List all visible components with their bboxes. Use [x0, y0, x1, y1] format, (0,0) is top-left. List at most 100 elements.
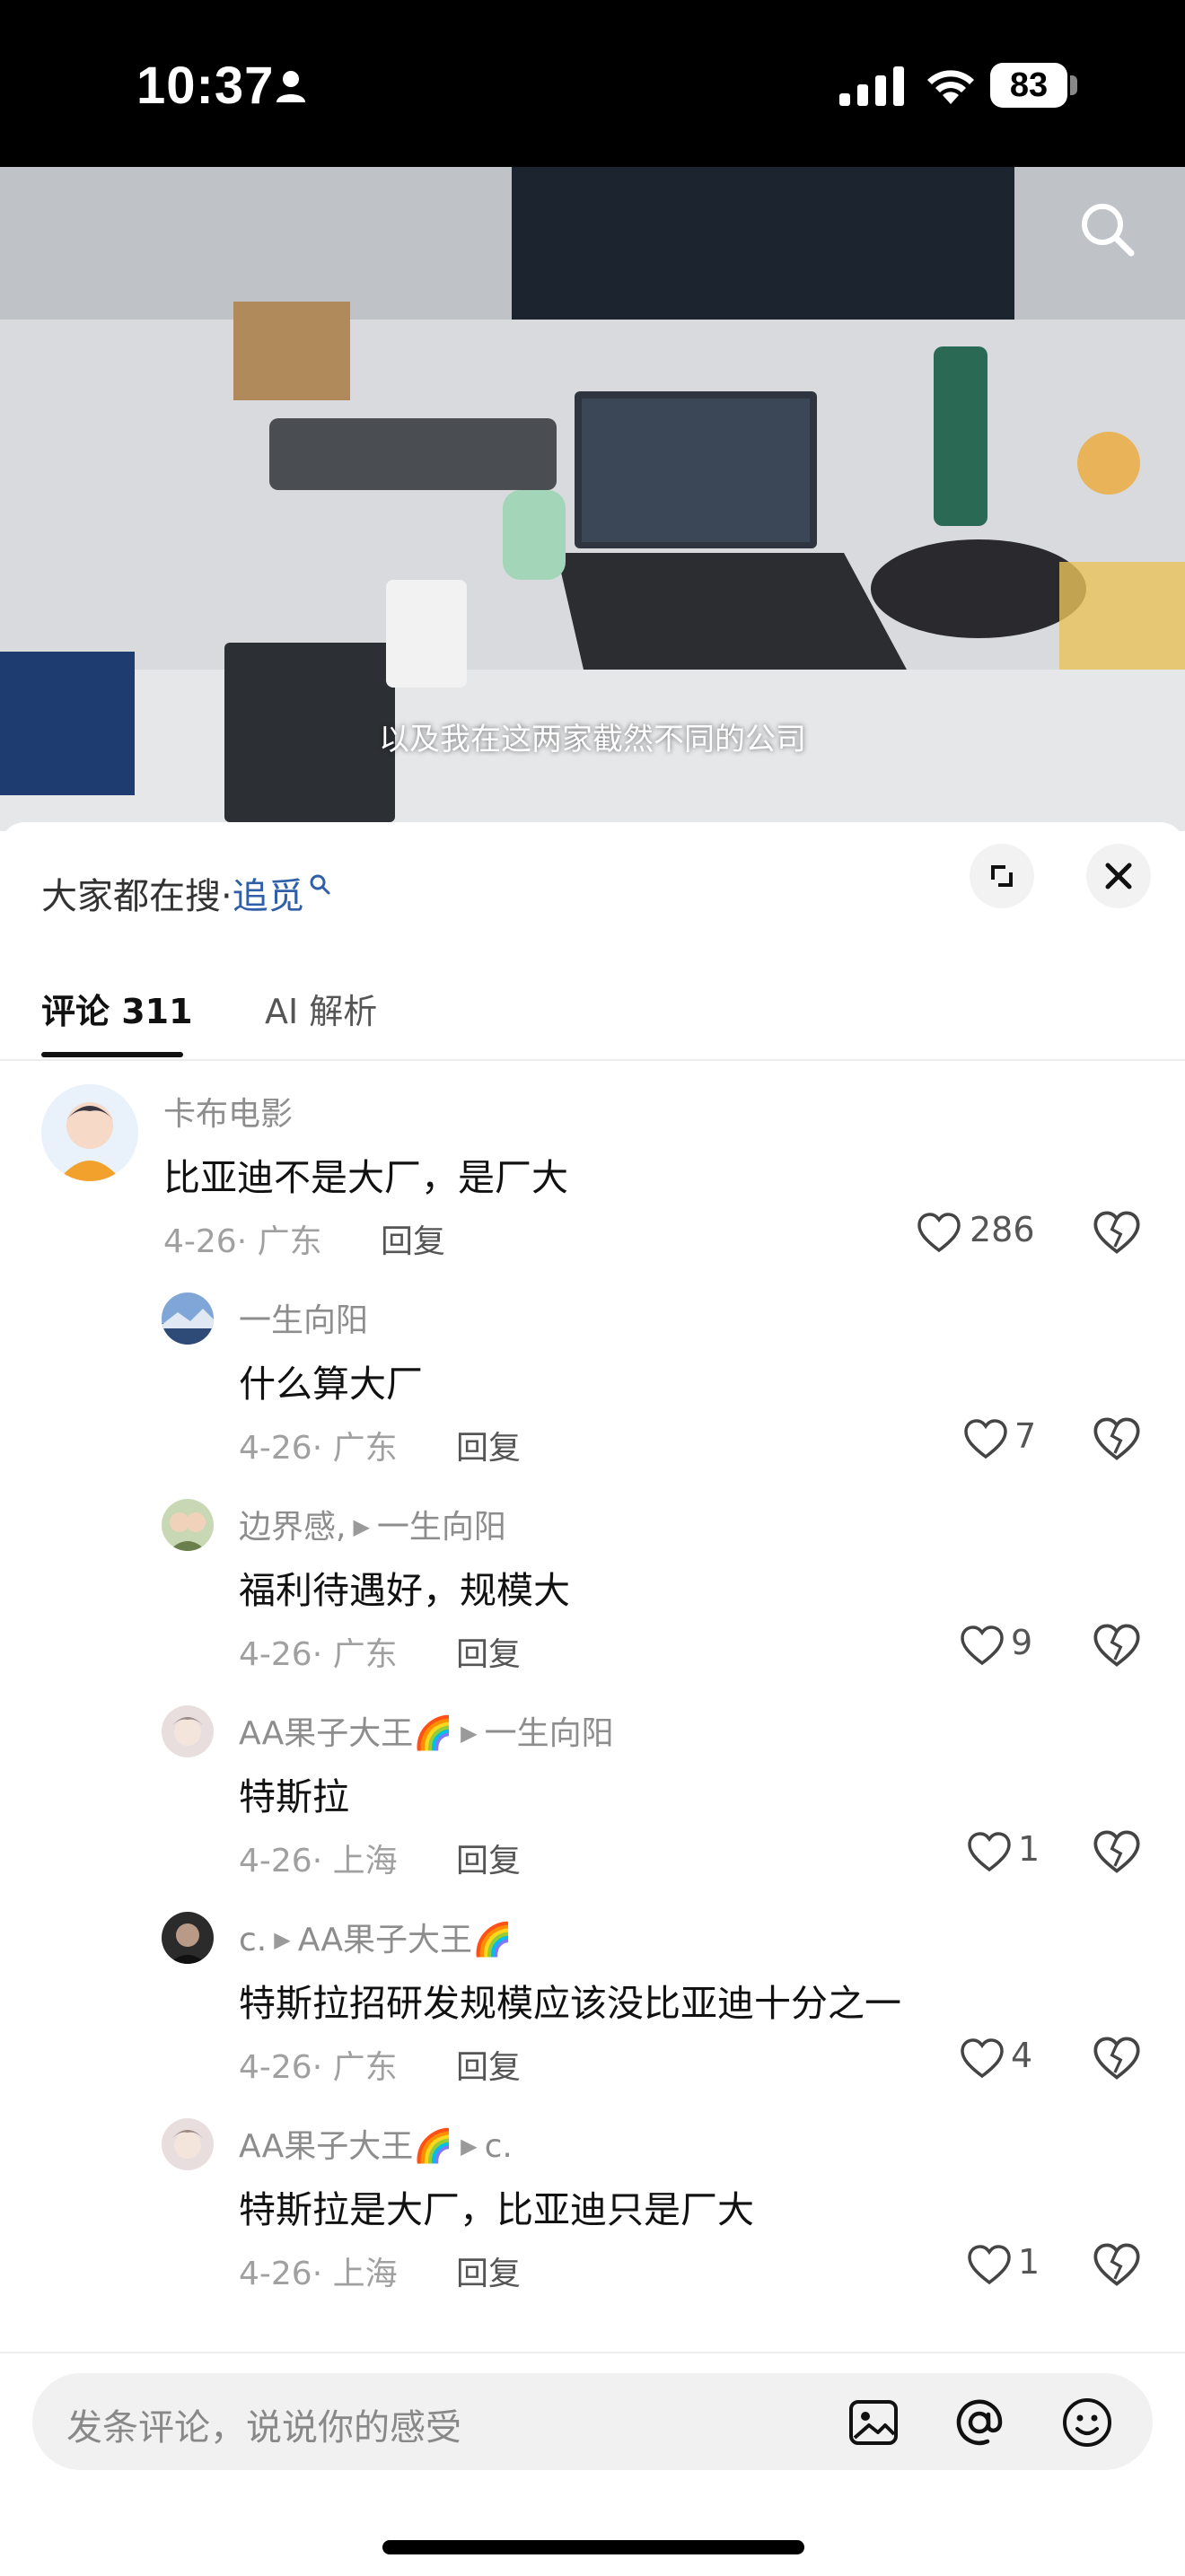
emoji-icon[interactable]	[1059, 2395, 1115, 2450]
comment-item: 卡布电影 比亚迪不是大厂，是厂大 4-26· 广东 回复 286	[0, 1084, 1185, 1291]
like-button[interactable]: 4	[959, 2032, 1052, 2086]
battery-indicator: 83	[990, 63, 1067, 108]
like-count: 7	[1014, 1416, 1037, 1456]
heart-icon	[964, 1419, 1007, 1459]
reply-item: AA果子大王🌈 ▶ 一生向阳 特斯拉 4-26· 上海 回复 1	[0, 1705, 1185, 1903]
avatar-image	[162, 1912, 214, 1964]
reply-button[interactable]: 回复	[456, 1628, 521, 1675]
like-count: 286	[970, 1210, 1035, 1249]
battery-tip	[1070, 75, 1077, 95]
comment-text: 福利待遇好，规模大	[239, 1569, 570, 1612]
tab-comments[interactable]: 评论 311	[41, 984, 193, 1033]
avatar-image	[162, 1499, 214, 1551]
tab-active-underline	[41, 1052, 183, 1057]
comment-author[interactable]: 边界感, ▶ 一生向阳	[239, 1501, 506, 1547]
status-bar: 10:37 83	[0, 0, 1185, 167]
like-count: 4	[1011, 2036, 1033, 2075]
comment-meta: 4-26· 广东	[163, 1223, 322, 1260]
avatar-image	[162, 2118, 214, 2170]
image-icon[interactable]	[846, 2395, 901, 2450]
comment-input-bar: 发条评论，说说你的感受	[0, 2352, 1185, 2576]
avatar[interactable]	[162, 1292, 214, 1345]
reply-item: AA果子大王🌈 ▶ c. 特斯拉是大厂，比亚迪只是厂大 4-26· 上海 回复 1	[0, 2118, 1185, 2316]
reply-item: 边界感, ▶ 一生向阳 福利待遇好，规模大 4-26· 广东 回复 9	[0, 1499, 1185, 1696]
like-count: 1	[1018, 1829, 1040, 1869]
tab-bar: 评论 311 AI 解析	[0, 948, 1185, 1061]
like-button[interactable]: 286	[916, 1206, 1041, 1260]
mention-icon[interactable]	[952, 2395, 1007, 2450]
comment-author[interactable]: 一生向阳	[239, 1294, 368, 1341]
like-button[interactable]: 9	[959, 1619, 1052, 1673]
like-button[interactable]: 1	[966, 1826, 1052, 1879]
close-icon	[1105, 863, 1132, 889]
close-button[interactable]	[1086, 844, 1151, 908]
comment-input[interactable]: 发条评论，说说你的感受	[32, 2373, 1153, 2470]
comment-meta: 4-26· 广东	[239, 1430, 398, 1467]
comment-author[interactable]: AA果子大王🌈 ▶ c.	[239, 2120, 513, 2167]
like-button[interactable]: 1	[966, 2239, 1052, 2292]
comment-text: 特斯拉招研发规模应该没比亚迪十分之一	[239, 1982, 901, 2025]
reply-arrow-icon: ▶	[461, 1721, 478, 1746]
comment-author[interactable]: c. ▶ AA果子大王🌈	[239, 1914, 513, 1960]
reply-button[interactable]: 回复	[456, 2247, 521, 2294]
expand-button[interactable]	[970, 844, 1034, 908]
search-icon[interactable]	[1075, 197, 1138, 260]
comment-meta: 4-26· 广东	[239, 2049, 398, 2086]
dislike-icon[interactable]	[1092, 2240, 1142, 2291]
dislike-icon[interactable]	[1092, 2034, 1142, 2084]
comment-text: 什么算大厂	[239, 1362, 423, 1406]
magnifier-icon	[310, 874, 330, 895]
reply-item: c. ▶ AA果子大王🌈 特斯拉招研发规模应该没比亚迪十分之一 4-26· 广东 回…	[0, 1912, 1185, 2109]
comment-author[interactable]: AA果子大王🌈 ▶ 一生向阳	[239, 1707, 614, 1754]
heart-icon	[961, 2038, 1004, 2079]
reply-arrow-icon: ▶	[461, 2134, 478, 2159]
status-time: 10:37	[136, 57, 275, 115]
like-count: 9	[1011, 1623, 1033, 1662]
cellular-signal-icon	[839, 66, 904, 106]
hot-search-prefix: 大家都在搜·	[41, 876, 233, 917]
reply-button[interactable]: 回复	[381, 1215, 445, 1262]
avatar[interactable]	[162, 1705, 214, 1757]
avatar-image	[41, 1084, 138, 1181]
hot-search[interactable]: 大家都在搜·追觅	[41, 867, 331, 919]
wifi-icon	[927, 70, 974, 104]
comment-text: 特斯拉	[239, 1775, 349, 1818]
heart-icon	[917, 1213, 961, 1253]
video-player[interactable]: 以及我在这两家截然不同的公司	[0, 167, 1185, 831]
dislike-icon[interactable]	[1092, 1415, 1142, 1465]
hot-search-keyword[interactable]: 追觅	[233, 876, 304, 917]
avatar-image	[162, 1292, 214, 1345]
comment-meta: 4-26· 上海	[239, 1843, 398, 1879]
comment-sheet: 大家都在搜·追觅 评论 311 AI 解析 卡布电影 比亚迪不是大厂，是厂大 4…	[0, 822, 1185, 2574]
avatar[interactable]	[162, 1499, 214, 1551]
comment-text: 特斯拉是大厂，比亚迪只是厂大	[239, 2188, 754, 2231]
avatar-image	[162, 1705, 214, 1757]
reply-item: 一生向阳 什么算大厂 4-26· 广东 回复 7	[0, 1292, 1185, 1490]
dislike-icon[interactable]	[1092, 1208, 1142, 1258]
video-subtitle: 以及我在这两家截然不同的公司	[379, 722, 806, 758]
heart-icon	[968, 1832, 1011, 1872]
heart-icon	[968, 2245, 1011, 2285]
avatar[interactable]	[162, 1912, 214, 1964]
expand-icon	[991, 865, 1013, 887]
tab-ai-analysis[interactable]: AI 解析	[265, 984, 377, 1033]
like-button[interactable]: 7	[962, 1413, 1052, 1467]
heart-icon	[961, 1625, 1004, 1666]
reply-button[interactable]: 回复	[456, 2041, 521, 2088]
comment-author[interactable]: 卡布电影	[163, 1088, 293, 1135]
home-indicator[interactable]	[382, 2540, 804, 2554]
dislike-icon[interactable]	[1092, 1621, 1142, 1671]
comment-meta: 4-26· 广东	[239, 1636, 398, 1673]
comment-input-placeholder: 发条评论，说说你的感受	[66, 2407, 461, 2449]
reply-button[interactable]: 回复	[456, 1835, 521, 1881]
avatar[interactable]	[41, 1084, 138, 1181]
dislike-icon[interactable]	[1092, 1827, 1142, 1878]
comment-text: 比亚迪不是大厂，是厂大	[163, 1156, 568, 1199]
reply-button[interactable]: 回复	[456, 1422, 521, 1468]
avatar[interactable]	[162, 2118, 214, 2170]
comment-meta: 4-26· 上海	[239, 2256, 398, 2292]
like-count: 1	[1018, 2242, 1040, 2282]
reply-arrow-icon: ▶	[353, 1514, 370, 1539]
person-icon	[276, 71, 305, 102]
reply-arrow-icon: ▶	[274, 1927, 291, 1952]
